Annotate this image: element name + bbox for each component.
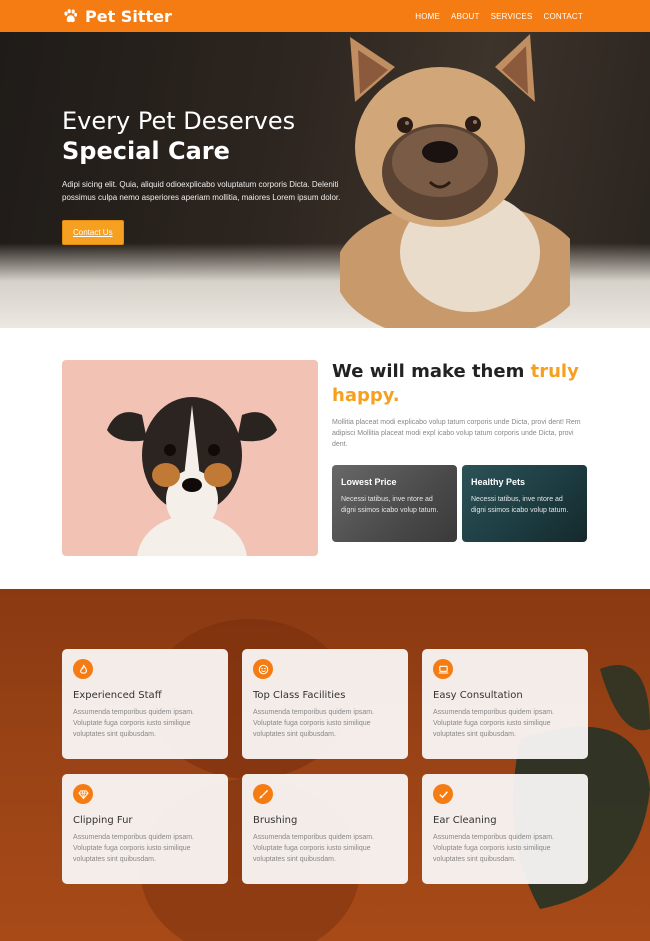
service-title: Ear Cleaning xyxy=(433,815,497,826)
services-background-image xyxy=(140,619,650,941)
brush-icon xyxy=(253,784,273,804)
terrier-dog-image xyxy=(107,397,277,556)
paw-icon xyxy=(64,9,78,23)
service-title: Brushing xyxy=(253,815,298,826)
fire-icon xyxy=(73,659,93,679)
brand-name: Pet Sitter xyxy=(85,6,172,26)
hero-title-line-1: Every Pet Deserves xyxy=(62,107,296,135)
service-card-experienced-staff[interactable]: Experienced Staff Assumenda temporibus q… xyxy=(62,649,228,759)
main-nav: HOME ABOUT SERVICES CONTACT xyxy=(415,12,583,21)
feature-card-title: Lowest Price xyxy=(341,477,397,487)
smile-icon xyxy=(253,659,273,679)
terrier-photo xyxy=(62,360,318,556)
feature-card-text: Necessi tatibus, inve ntore ad digni ssi… xyxy=(471,496,569,514)
about-heading-plain: We will make them xyxy=(332,361,525,382)
bulldog-image xyxy=(340,34,570,328)
service-text: Assumenda temporibus quidem ipsam. Volup… xyxy=(73,709,195,738)
feature-card-text: Necessi tatibus, inve ntore ad digni ssi… xyxy=(341,496,439,514)
diamond-icon xyxy=(73,784,93,804)
check-icon xyxy=(433,784,453,804)
nav-link-about[interactable]: ABOUT xyxy=(451,12,480,21)
service-title: Clipping Fur xyxy=(73,815,133,826)
feature-card-healthy-pets[interactable]: Healthy Pets Necessi tatibus, inve ntore… xyxy=(462,465,587,542)
service-card-clipping-fur[interactable]: Clipping Fur Assumenda temporibus quidem… xyxy=(62,774,228,884)
service-text: Assumenda temporibus quidem ipsam. Volup… xyxy=(433,709,555,738)
service-title: Easy Consultation xyxy=(433,690,523,701)
hero-section: Every Pet Deserves Special Care Adipi si… xyxy=(0,32,650,328)
hero-description: Adipi sicing elit. Quia, aliquid odioexp… xyxy=(62,180,341,202)
about-section: We will make them truly happy. Mollitia … xyxy=(0,328,650,589)
navbar: Pet Sitter HOME ABOUT SERVICES CONTACT xyxy=(0,0,650,32)
service-card-top-class-facilities[interactable]: Top Class Facilities Assumenda temporibu… xyxy=(242,649,408,759)
nav-link-contact[interactable]: CONTACT xyxy=(544,12,583,21)
service-title: Experienced Staff xyxy=(73,690,162,701)
nav-link-home[interactable]: HOME xyxy=(415,12,440,21)
brand-logo[interactable]: Pet Sitter xyxy=(62,7,172,26)
feature-card-lowest-price[interactable]: Lowest Price Necessi tatibus, inve ntore… xyxy=(332,465,457,542)
hero-content: Every Pet Deserves Special Care Adipi si… xyxy=(62,106,347,245)
contact-us-button[interactable]: Contact Us xyxy=(62,220,124,245)
service-text: Assumenda temporibus quidem ipsam. Volup… xyxy=(253,834,375,863)
about-description: Mollitia placeat modi explicabo volup ta… xyxy=(332,419,581,448)
service-card-ear-cleaning[interactable]: Ear Cleaning Assumenda temporibus quidem… xyxy=(422,774,588,884)
service-text: Assumenda temporibus quidem ipsam. Volup… xyxy=(253,709,375,738)
service-text: Assumenda temporibus quidem ipsam. Volup… xyxy=(433,834,555,863)
feature-card-title: Healthy Pets xyxy=(471,477,526,487)
laptop-icon xyxy=(433,659,453,679)
hero-title-line-2: Special Care xyxy=(62,137,230,165)
service-title: Top Class Facilities xyxy=(253,690,346,701)
service-card-brushing[interactable]: Brushing Assumenda temporibus quidem ips… xyxy=(242,774,408,884)
nav-link-services[interactable]: SERVICES xyxy=(491,12,533,21)
services-section: Experienced Staff Assumenda temporibus q… xyxy=(0,589,650,941)
service-card-easy-consultation[interactable]: Easy Consultation Assumenda temporibus q… xyxy=(422,649,588,759)
service-text: Assumenda temporibus quidem ipsam. Volup… xyxy=(73,834,195,863)
about-heading: We will make them truly happy. xyxy=(332,360,592,408)
